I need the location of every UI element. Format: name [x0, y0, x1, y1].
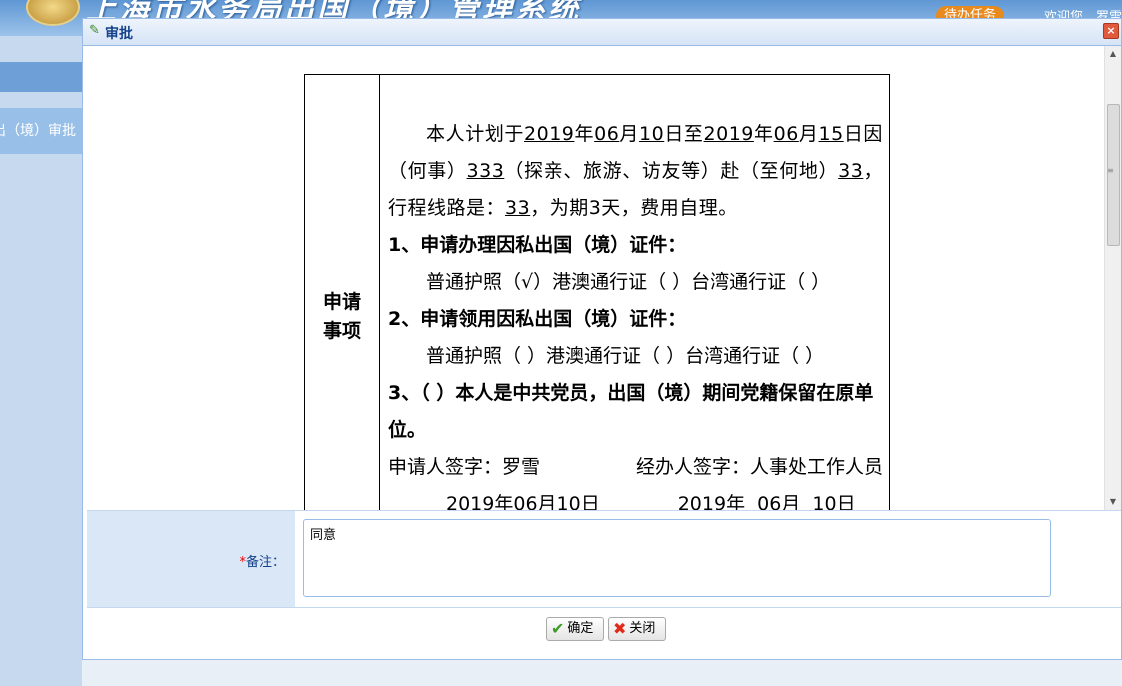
check-icon: ✔ [551, 619, 565, 638]
left-sidebar: 出（境）审批 [0, 36, 82, 686]
grip-icon: ≡ [1107, 166, 1114, 175]
applicant-signature: 申请人签字：罗雪 [388, 455, 541, 478]
section2-items: 普通护照（ ）港澳通行证（ ）台湾通行证（ ） [426, 344, 825, 367]
sidebar-item-approval[interactable]: 出（境）审批 [0, 108, 82, 154]
close-button-label: 关闭 [629, 621, 656, 636]
remark-input[interactable]: 同意 [303, 519, 1051, 597]
scroll-down-icon[interactable]: ▼ [1105, 494, 1121, 510]
application-label-line1: 申请 [322, 291, 361, 313]
background-footer [82, 660, 1122, 686]
remark-row: *备注： 同意 [87, 510, 1121, 608]
signature-row: 申请人签字：罗雪 经办人签字：人事处工作人员 [388, 449, 883, 486]
scroll-thumb[interactable] [1107, 104, 1120, 246]
confirm-button-label: 确定 [567, 621, 594, 636]
date-row: 2019年06月10日 2019年 06月 10日 [388, 486, 883, 511]
section2-title: 2、申请领用因私出国（境）证件： [388, 307, 687, 330]
dialog-header[interactable]: ✎ 审批 × [83, 19, 1121, 46]
section1-title: 1、申请办理因私出国（境）证件： [388, 233, 687, 256]
scroll-up-icon[interactable]: ▲ [1105, 46, 1121, 62]
end-month: 06 [773, 122, 799, 145]
start-year: 2019 [524, 122, 575, 145]
content-scrollbar[interactable]: ▲ ≡ ▼ [1104, 46, 1121, 510]
app-logo [26, 0, 80, 26]
section1-items: 普通护照（√）港澳通行证（ ）台湾通行证（ ） [426, 270, 831, 293]
trip-destination: 33 [838, 159, 864, 182]
start-day: 10 [639, 122, 665, 145]
application-label-cell: 申请 事项 [304, 74, 380, 510]
start-month: 06 [594, 122, 620, 145]
trip-route: 33 [505, 196, 531, 219]
trip-reason: 333 [466, 159, 505, 182]
end-day: 15 [818, 122, 844, 145]
pencil-icon: ✎ [89, 23, 100, 38]
sidebar-item-label: 出（境）审批 [0, 123, 76, 139]
application-table: 申请 事项 本人计划于2019年06月10日至2019年06月15日因（何事）3… [304, 74, 890, 510]
confirm-button[interactable]: ✔ 确定 [546, 617, 604, 641]
applicant-date: 2019年06月10日 [446, 492, 600, 511]
remark-label-cell: *备注： [87, 511, 295, 607]
application-intro: 本人计划于2019年06月10日至2019年06月15日因（何事）333（探亲、… [388, 122, 883, 219]
dialog-title: 审批 [105, 26, 133, 42]
approval-dialog: ✎ 审批 × 申请 事项 本人计划于2019年06月10日至2019年06月15… [82, 18, 1122, 660]
section3-title: 3、（ ）本人是中共党员，出国（境）期间党籍保留在原单位。 [388, 381, 874, 441]
close-button[interactable]: ✖ 关闭 [608, 617, 666, 641]
application-content: 申请 事项 本人计划于2019年06月10日至2019年06月15日因（何事）3… [87, 46, 1107, 510]
handler-signature: 经办人签字：人事处工作人员 [635, 455, 883, 478]
application-body-cell: 本人计划于2019年06月10日至2019年06月15日因（何事）333（探亲、… [379, 74, 890, 511]
handler-date: 2019年 06月 10日 [677, 492, 856, 511]
cross-icon: ✖ [613, 619, 627, 638]
remark-label: *备注： [239, 555, 285, 570]
end-year: 2019 [703, 122, 754, 145]
sidebar-header-bar [0, 62, 82, 92]
application-label-line2: 事项 [322, 320, 361, 342]
close-icon[interactable]: × [1103, 23, 1119, 39]
